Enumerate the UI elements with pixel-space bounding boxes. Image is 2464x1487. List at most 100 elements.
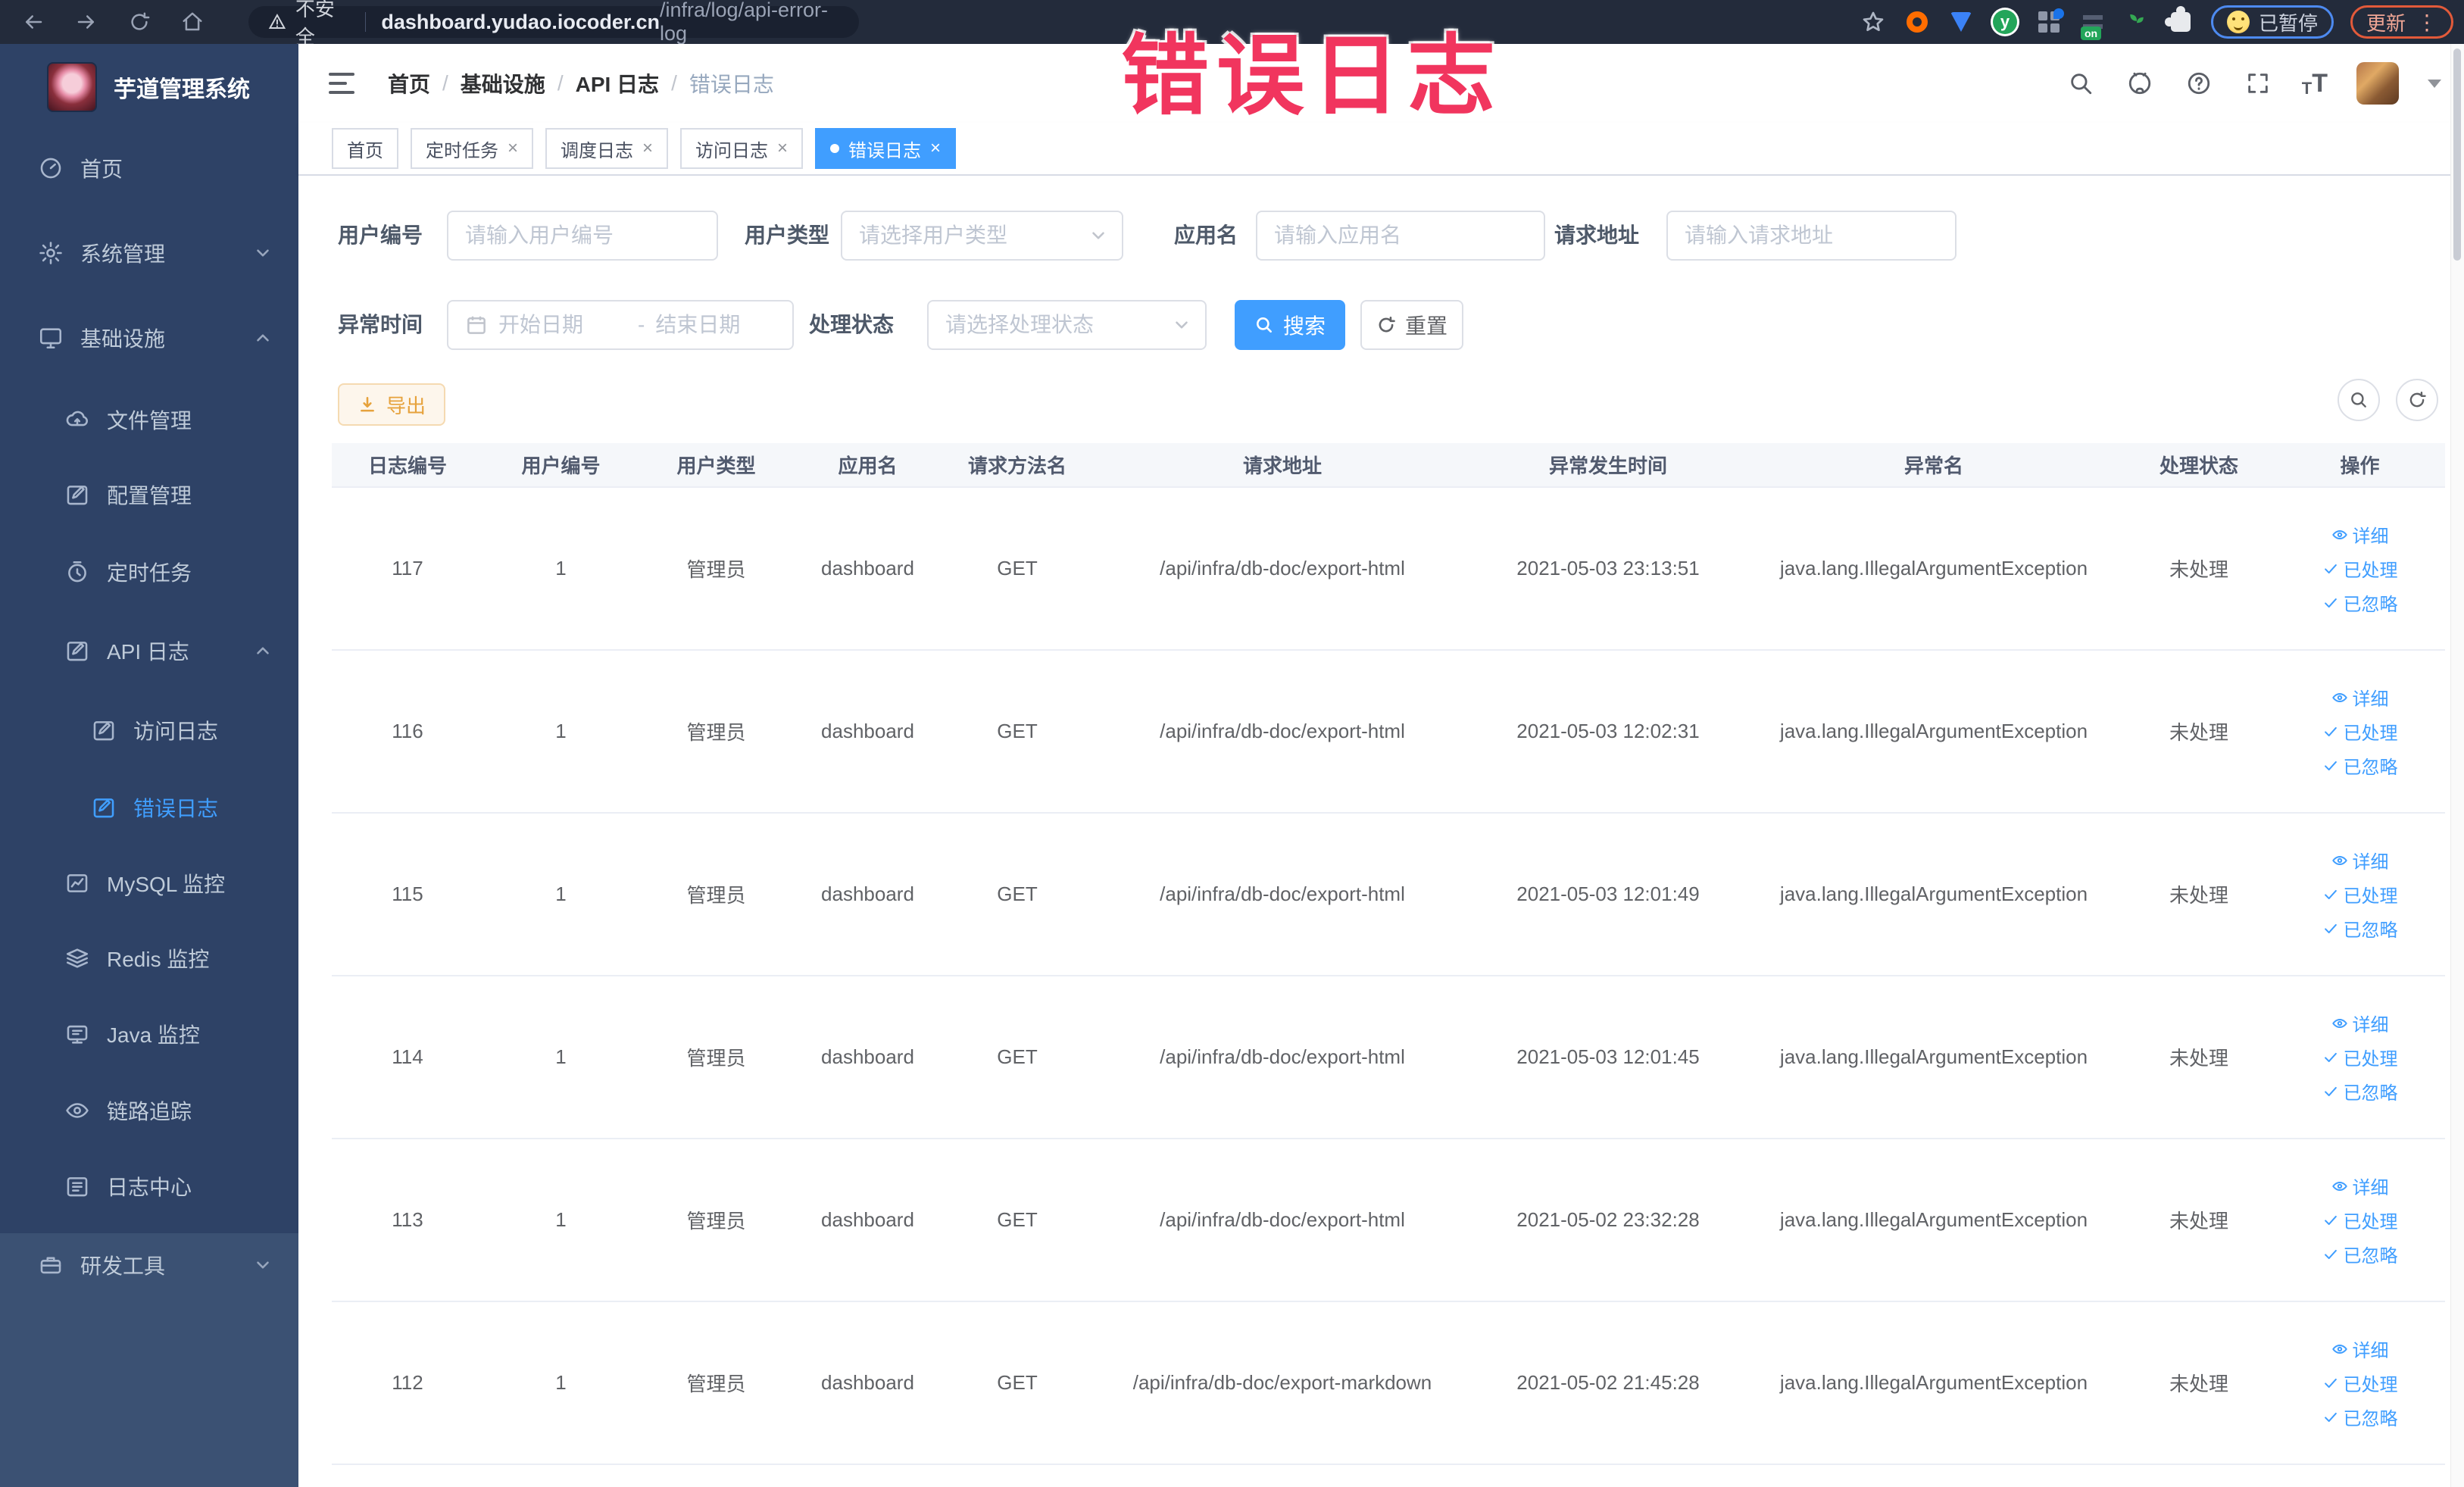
mark-processed-link[interactable]: 已处理 [2322,881,2398,908]
user-id-input[interactable] [465,223,700,248]
tab-scheduled-jobs[interactable]: 定时任务 × [411,128,534,169]
search-button[interactable]: 搜索 [1235,300,1345,350]
process-status-input[interactable] [945,313,1188,337]
sidebar-item-java-monitor[interactable]: Java 监控 [0,1001,298,1067]
sidebar-item-config-management[interactable]: 配置管理 [0,461,298,528]
close-icon[interactable]: × [507,139,518,158]
sidebar-item-scheduled-jobs[interactable]: 定时任务 [0,539,298,605]
reload-icon[interactable] [118,5,161,39]
sidebar-item-redis-monitor[interactable]: Redis 监控 [0,925,298,992]
chevron-down-icon [1172,315,1191,335]
breadcrumb-item-current: 错误日志 [689,73,774,96]
help-icon[interactable] [2184,68,2214,98]
tab-access-log[interactable]: 访问日志 × [680,128,804,169]
detail-link[interactable]: 详细 [2331,684,2389,711]
detail-link[interactable]: 详细 [2331,1335,2389,1362]
sidebar-toggle-icon[interactable] [329,67,362,100]
scrollbar-thumb[interactable] [2453,48,2461,261]
mark-processed-link[interactable]: 已处理 [2322,1207,2398,1233]
close-icon[interactable]: × [642,139,653,158]
extension-orange-icon[interactable] [1903,8,1931,36]
request-url-input[interactable] [1685,223,1938,248]
mark-ignored-link[interactable]: 已忽略 [2322,589,2398,616]
browser-menu-kebab-icon[interactable]: ⋮ [2416,10,2437,35]
extension-grid-icon[interactable] [2035,8,2064,36]
font-size-icon[interactable]: TT [2302,69,2328,98]
home-icon[interactable] [171,5,214,39]
detail-link[interactable]: 详细 [2331,1010,2389,1036]
breadcrumb-item[interactable]: API 日志 [576,68,659,98]
user-type-select[interactable] [841,211,1123,261]
mark-ignored-link[interactable]: 已忽略 [2322,752,2398,779]
scrollbar[interactable] [2450,44,2464,1487]
sidebar-item-error-log[interactable]: 错误日志 [0,774,298,841]
github-icon[interactable] [2125,68,2155,98]
extension-on-icon[interactable]: on [2079,8,2106,40]
close-icon[interactable]: × [930,139,941,158]
detail-link[interactable]: 详细 [2331,1173,2389,1199]
check-icon [2324,1086,2337,1096]
refresh-circle-button[interactable] [2396,379,2438,421]
sidebar-item-mysql-monitor[interactable]: MySQL 监控 [0,850,298,917]
sidebar-item-dev-tools[interactable]: 研发工具 [0,1232,298,1298]
tab-home[interactable]: 首页 [332,128,398,169]
sidebar-item-access-log[interactable]: 访问日志 [0,697,298,764]
logo-row[interactable]: 芋道管理系统 [0,57,298,117]
sidebar-item-home[interactable]: 首页 [0,135,298,201]
export-button[interactable]: 导出 [338,383,445,426]
user-avatar[interactable] [2356,62,2399,105]
sidebar-item-tracing[interactable]: 链路追踪 [0,1077,298,1144]
start-date-input[interactable] [498,313,627,337]
sidebar-item-log-center[interactable]: 日志中心 [0,1153,298,1220]
mark-ignored-link[interactable]: 已忽略 [2322,1404,2398,1430]
detail-link[interactable]: 详细 [2331,521,2389,548]
app-name-input[interactable] [1274,223,1527,248]
sidebar-item-system[interactable]: 系统管理 [0,220,298,286]
close-icon[interactable]: × [777,139,788,158]
mark-ignored-link[interactable]: 已忽略 [2322,915,2398,942]
profile-paused-badge[interactable]: 已暂停 [2210,5,2334,39]
toggle-search-circle-button[interactable] [2338,379,2380,421]
browser-update-button[interactable]: 更新 ⋮ [2350,5,2453,39]
tab-schedule-log[interactable]: 调度日志 × [545,128,669,169]
search-icon[interactable] [2066,68,2096,98]
extension-sprout-icon[interactable] [2123,8,2150,36]
mark-processed-link[interactable]: 已处理 [2322,1044,2398,1070]
bookmark-star-icon[interactable] [1860,8,1887,36]
table-row: 115 1 管理员 dashboard GET /api/infra/db-do… [332,813,2445,976]
column-header: 操作 [2275,443,2445,488]
sidebar-item-label: 首页 [80,158,123,181]
tab-label: 首页 [347,140,383,161]
user-type-input[interactable] [859,223,1105,248]
extension-shield-icon[interactable] [1947,8,1975,36]
forward-icon[interactable] [65,5,108,39]
sidebar-item-label: 日志中心 [107,1176,192,1199]
mark-ignored-link[interactable]: 已忽略 [2322,1078,2398,1104]
mark-ignored-link[interactable]: 已忽略 [2322,1241,2398,1267]
avatar-caret-down-icon[interactable] [2428,79,2441,88]
breadcrumb-item[interactable]: 首页 [388,68,430,98]
extensions-puzzle-icon[interactable] [2164,6,2194,36]
mark-processed-link[interactable]: 已处理 [2322,1370,2398,1396]
ignored-link-label: 已忽略 [2343,758,2398,778]
browser-url-bar[interactable]: 不安全 dashboard.yudao.iocoder.cn/infra/log… [248,0,859,48]
request-url-field[interactable] [1666,211,1957,261]
back-icon[interactable] [12,5,55,39]
fullscreen-icon[interactable] [2243,68,2273,98]
mark-processed-link[interactable]: 已处理 [2322,555,2398,582]
extension-y-icon[interactable]: y [1991,8,2019,36]
detail-link[interactable]: 详细 [2331,847,2389,873]
breadcrumb-item[interactable]: 基础设施 [461,68,545,98]
end-date-input[interactable] [655,313,785,337]
exception-time-range-picker[interactable]: - [447,300,794,350]
user-id-field[interactable] [447,211,718,261]
tab-error-log[interactable]: 错误日志 × [815,128,957,169]
mark-processed-link[interactable]: 已处理 [2322,718,2398,745]
app-name-field[interactable] [1256,211,1545,261]
sidebar-item-api-log[interactable]: API 日志 [0,617,298,684]
sidebar-item-infrastructure[interactable]: 基础设施 [0,305,298,371]
sidebar-item-file-management[interactable]: 文件管理 [0,386,298,453]
cell-user-type: 管理员 [639,1139,794,1302]
process-status-select[interactable] [927,300,1207,350]
reset-button[interactable]: 重置 [1360,300,1463,350]
